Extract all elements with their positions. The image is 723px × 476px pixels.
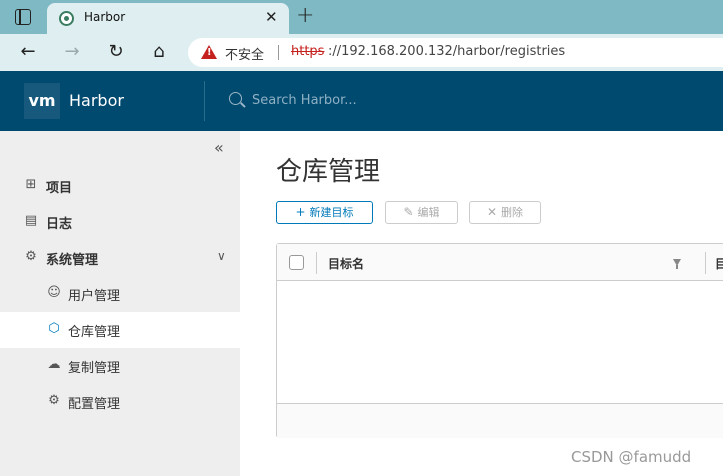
- delete-label: 删除: [501, 206, 524, 219]
- delete-button[interactable]: ✕ 删除: [469, 201, 541, 224]
- app-header: vm Harbor Search Harbor...: [0, 71, 723, 131]
- column-header-name[interactable]: 目标名: [328, 255, 364, 272]
- replication-icon: ☁: [47, 357, 61, 372]
- sidebar-item-config[interactable]: ⚙ 配置管理: [0, 384, 240, 420]
- back-icon[interactable]: ←: [17, 41, 39, 63]
- projects-icon: ⊞: [25, 177, 37, 192]
- browser-nav-bar: ← → ↻ ⌂ 不安全 https ://192.168.200.132/har…: [0, 34, 723, 71]
- url-text: ://192.168.200.132/harbor/registries: [328, 44, 566, 59]
- select-all-checkbox[interactable]: [289, 255, 304, 270]
- sidebar-item-users[interactable]: ☺ 用户管理: [0, 276, 240, 312]
- edit-label: 编辑: [417, 206, 440, 219]
- users-icon: ☺: [47, 285, 61, 300]
- browser-tab[interactable]: Harbor ✕: [47, 3, 289, 34]
- url-protocol: https: [291, 44, 325, 59]
- edit-button[interactable]: ✎ 编辑: [385, 201, 458, 224]
- search-icon: [229, 92, 242, 105]
- tab-actions-icon[interactable]: [15, 9, 31, 25]
- browser-tab-bar: Harbor ✕ +: [0, 0, 723, 34]
- sidebar-item-label: 用户管理: [68, 289, 121, 304]
- sidebar-item-projects[interactable]: ⊞ 项目: [0, 168, 240, 204]
- column-divider: [316, 252, 317, 274]
- collapse-sidebar-icon[interactable]: «: [214, 138, 224, 157]
- vmware-logo[interactable]: vm: [24, 83, 60, 119]
- column-header-next[interactable]: 目: [715, 255, 723, 272]
- watermark: CSDN @famudd: [571, 448, 692, 466]
- not-secure-warning-icon: [201, 45, 217, 59]
- sidebar-item-label: 仓库管理: [68, 325, 121, 340]
- plus-icon: +: [295, 205, 306, 219]
- header-divider: [204, 81, 205, 121]
- close-icon: ✕: [486, 205, 498, 219]
- table-header: 目标名 目: [277, 244, 723, 281]
- chevron-down-icon: ∨: [217, 249, 226, 263]
- column-divider: [705, 252, 706, 274]
- security-label[interactable]: 不安全: [225, 44, 264, 63]
- home-icon[interactable]: ⌂: [148, 41, 170, 63]
- sidebar: « ⊞ 项目 ▤ 日志 ⚙ 系统管理 ∨ ☺ 用户管理 ⬡ 仓库管理 ☁ 复制管…: [0, 131, 240, 476]
- page-title: 仓库管理: [276, 157, 381, 187]
- new-tab-icon[interactable]: +: [296, 3, 314, 28]
- close-tab-icon[interactable]: ✕: [265, 8, 278, 26]
- pencil-icon: ✎: [403, 205, 414, 219]
- config-icon: ⚙: [48, 393, 60, 408]
- sidebar-item-logs[interactable]: ▤ 日志: [0, 204, 240, 240]
- new-endpoint-label: 新建目标: [309, 206, 354, 219]
- registries-table: 目标名 目: [276, 243, 723, 438]
- sidebar-item-registries[interactable]: ⬡ 仓库管理: [0, 312, 240, 348]
- sidebar-item-label: 复制管理: [68, 361, 121, 376]
- filter-icon[interactable]: [673, 259, 681, 269]
- sidebar-item-admin[interactable]: ⚙ 系统管理 ∨: [0, 240, 240, 276]
- sidebar-item-replication[interactable]: ☁ 复制管理: [0, 348, 240, 384]
- table-footer: [277, 403, 723, 438]
- app-name[interactable]: Harbor: [69, 91, 124, 110]
- registry-icon: ⬡: [48, 321, 60, 336]
- address-bar[interactable]: 不安全 https ://192.168.200.132/harbor/regi…: [188, 38, 723, 67]
- sidebar-item-label: 项目: [46, 181, 73, 196]
- new-endpoint-button[interactable]: + 新建目标: [276, 201, 373, 224]
- forward-icon[interactable]: →: [61, 41, 83, 63]
- admin-icon: ⚙: [25, 249, 37, 264]
- reload-icon[interactable]: ↻: [105, 41, 127, 63]
- harbor-favicon-icon: [59, 11, 74, 26]
- search-input[interactable]: Search Harbor...: [252, 93, 357, 108]
- sidebar-item-label: 系统管理: [46, 253, 99, 268]
- logs-icon: ▤: [24, 213, 38, 228]
- sidebar-item-label: 配置管理: [68, 397, 121, 412]
- tab-title: Harbor: [84, 10, 126, 24]
- sidebar-item-label: 日志: [46, 217, 73, 232]
- url-divider: [278, 45, 279, 60]
